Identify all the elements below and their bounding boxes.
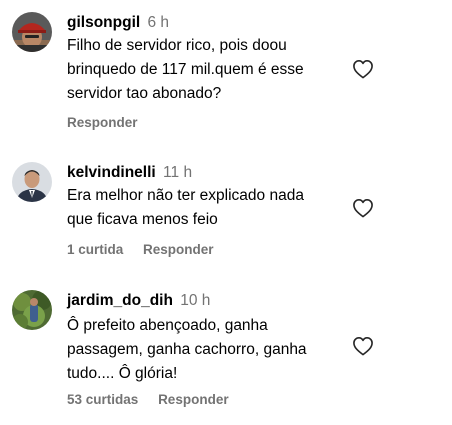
comment-text-line: brinquedo de 117 mil.quem é esse [67, 61, 304, 78]
comment-actions: 1 curtida Responder [67, 241, 230, 259]
comment-item: gilsonpgil 6 h Filho de servidor rico, p… [0, 0, 452, 145]
comment-header: kelvindinelli 11 h [67, 163, 192, 183]
likes-count[interactable]: 1 curtida [67, 242, 123, 257]
reply-button[interactable]: Responder [67, 115, 138, 130]
comment-timestamp[interactable]: 10 h [180, 292, 210, 309]
comment-actions: 53 curtidas Responder [67, 391, 245, 409]
comment-header: gilsonpgil 6 h [67, 13, 169, 33]
comment-text-line: Ô prefeito abençoado, ganha [67, 317, 268, 334]
comment-item: kelvindinelli 11 h Era melhor não ter ex… [0, 150, 452, 275]
comment-text: Ô prefeito abençoado, ganha passagem, ga… [67, 314, 347, 386]
reply-button[interactable]: Responder [143, 242, 214, 257]
comment-text-line: que ficava menos feio [67, 211, 218, 228]
likes-count[interactable]: 53 curtidas [67, 392, 138, 407]
heart-outline-icon[interactable] [352, 336, 374, 356]
comment-text-line: tudo.... Ô glória! [67, 365, 178, 382]
comment-item: jardim_do_dih 10 h Ô prefeito abençoado,… [0, 278, 452, 423]
reply-button[interactable]: Responder [158, 392, 229, 407]
comment-text-line: Filho de servidor rico, pois doou [67, 37, 287, 54]
username-link[interactable]: gilsonpgil [67, 14, 140, 31]
username-link[interactable]: jardim_do_dih [67, 292, 173, 309]
comment-text: Filho de servidor rico, pois doou brinqu… [67, 34, 347, 106]
username-link[interactable]: kelvindinelli [67, 164, 156, 181]
comment-timestamp[interactable]: 6 h [148, 14, 170, 31]
comment-text-line: servidor tao abonado? [67, 85, 222, 102]
heart-outline-icon[interactable] [352, 198, 374, 218]
avatar[interactable] [12, 162, 52, 202]
comment-text-line: Era melhor não ter explicado nada [67, 187, 304, 204]
avatar[interactable] [12, 290, 52, 330]
comment-text: Era melhor não ter explicado nada que fi… [67, 184, 347, 232]
comment-timestamp[interactable]: 11 h [163, 164, 192, 181]
comment-actions: Responder [67, 114, 154, 132]
comment-header: jardim_do_dih 10 h [67, 291, 210, 311]
comment-text-line: passagem, ganha cachorro, ganha [67, 341, 307, 358]
heart-outline-icon[interactable] [352, 59, 374, 79]
avatar[interactable] [12, 12, 52, 52]
